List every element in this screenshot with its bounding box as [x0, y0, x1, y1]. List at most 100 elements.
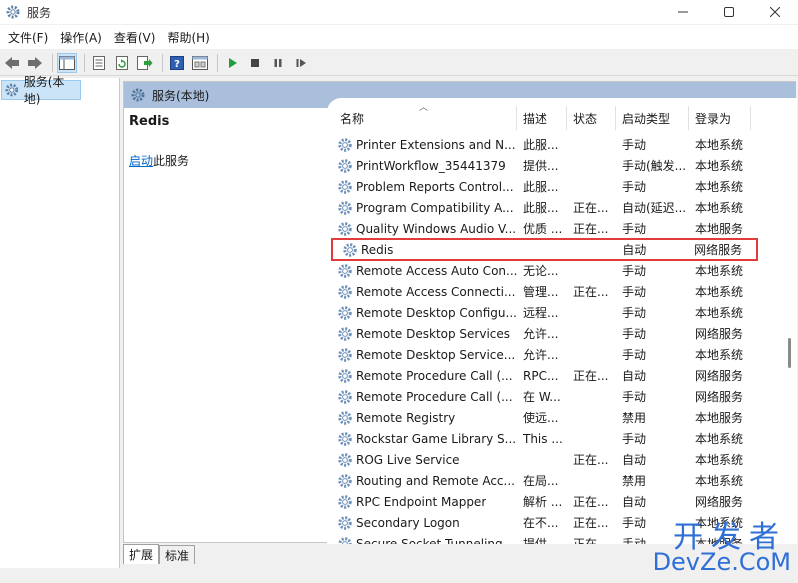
- help-icon[interactable]: ?: [167, 53, 187, 73]
- column-header-label: 登录为: [695, 111, 732, 126]
- service-name: Remote Access Connecti...: [356, 284, 516, 299]
- resume-icon[interactable]: [291, 53, 311, 73]
- table-row[interactable]: Remote Desktop Configu... 远程... 手动 本地系统: [327, 302, 797, 323]
- cell-name: ROG Live Service: [327, 452, 517, 468]
- cell-status: 正在...: [573, 453, 609, 467]
- column-header-description[interactable]: 描述: [517, 106, 567, 130]
- cell-startup-type: 禁用: [622, 474, 647, 488]
- properties-icon[interactable]: [89, 53, 109, 73]
- cell-name: Secondary Logon: [327, 515, 517, 531]
- toolbar-separator: [84, 53, 85, 72]
- service-name: PrintWorkflow_35441379: [356, 158, 506, 173]
- column-header-label: 描述: [523, 111, 548, 126]
- table-row[interactable]: Remote Procedure Call (... 在 W... 手动 网络服务: [327, 386, 797, 407]
- table-row[interactable]: Program Compatibility A... 此服... 正在... 自动(延…: [327, 197, 797, 218]
- cell-logon-as: 网络服务: [694, 243, 743, 257]
- cell-name: Program Compatibility A...: [327, 200, 517, 216]
- service-detail-panel: Redis 启动此服务: [124, 108, 329, 542]
- window-controls: [660, 0, 798, 24]
- vertical-scrollbar[interactable]: [788, 338, 791, 368]
- start-service-line: 启动此服务: [129, 152, 189, 169]
- maximize-icon[interactable]: [706, 0, 752, 24]
- cell-description: 在不...: [523, 516, 559, 530]
- table-row-highlighted[interactable]: Redis 自动 网络服务: [331, 238, 758, 261]
- forward-icon[interactable]: [25, 53, 45, 73]
- table-row[interactable]: Printer Extensions and N... 此服... 手动 本地系统: [327, 134, 797, 155]
- table-row[interactable]: ROG Live Service 正在... 自动 本地系统: [327, 449, 797, 470]
- service-gear-icon: [343, 242, 357, 257]
- table-row[interactable]: RPC Endpoint Mapper 解析 ... 正在... 自动 网络服务: [327, 491, 797, 512]
- title-bar: 服务: [0, 0, 798, 24]
- cell-startup-type: 自动: [622, 495, 647, 509]
- cell-name: Redis: [332, 242, 519, 258]
- column-header-label: 启动类型: [622, 111, 671, 126]
- cell-description: 无论...: [523, 264, 559, 278]
- table-row[interactable]: Routing and Remote Acc... 在局... 禁用 本地系统: [327, 470, 797, 491]
- menu-file[interactable]: 文件(F): [4, 29, 52, 46]
- table-row[interactable]: Remote Desktop Service... 允许... 手动 本地系统: [327, 344, 797, 365]
- table-row[interactable]: Quality Windows Audio V... 优质 ... 正在... 手动 本…: [327, 218, 797, 239]
- service-gear-icon: [338, 473, 352, 488]
- cell-description: 允许...: [523, 348, 559, 362]
- cell-name: Secure Socket Tunneling: [327, 536, 517, 544]
- table-row[interactable]: Remote Desktop Services 允许... 手动 网络服务: [327, 323, 797, 344]
- minimize-icon[interactable]: [660, 0, 706, 24]
- tab-extended[interactable]: 扩展: [123, 544, 160, 564]
- cell-description: 在 W...: [523, 390, 561, 404]
- cell-logon-as: 本地服务: [695, 222, 744, 236]
- cell-description: 允许...: [523, 327, 559, 341]
- cell-startup-type: 手动(触发...: [622, 159, 687, 173]
- service-name: Remote Registry: [356, 410, 456, 425]
- column-header-status[interactable]: 状态: [567, 106, 616, 130]
- menu-view[interactable]: 查看(V): [110, 29, 160, 46]
- cell-description: 解析 ...: [523, 495, 563, 509]
- service-gear-icon: [338, 137, 352, 152]
- close-icon[interactable]: [752, 0, 798, 24]
- service-gear-icon: [338, 410, 352, 425]
- service-name: Redis: [361, 242, 394, 257]
- menu-action[interactable]: 操作(A): [56, 29, 106, 46]
- menu-bar: 文件(F) 操作(A) 查看(V) 帮助(H): [0, 25, 798, 49]
- export-icon[interactable]: [135, 53, 155, 73]
- cell-status: 正在...: [573, 369, 609, 383]
- show-tree-icon[interactable]: [57, 52, 77, 73]
- cell-description: 使远...: [523, 411, 559, 425]
- cell-name: Remote Access Auto Con...: [327, 263, 517, 279]
- cell-logon-as: 本地系统: [695, 180, 744, 194]
- cell-startup-type: 禁用: [622, 411, 647, 425]
- tab-standard[interactable]: 标准: [159, 545, 196, 564]
- play-icon[interactable]: [222, 53, 242, 73]
- table-row[interactable]: Rockstar Game Library S... This ... 手动 本地系统: [327, 428, 797, 449]
- column-header-label: 状态: [573, 111, 598, 126]
- start-service-link[interactable]: 启动: [129, 154, 153, 168]
- column-header-startup-type[interactable]: 启动类型: [616, 106, 689, 130]
- cell-logon-as: 网络服务: [695, 327, 744, 341]
- stop-icon[interactable]: [245, 53, 265, 73]
- cell-startup-type: 手动: [622, 327, 647, 341]
- table-row[interactable]: PrintWorkflow_35441379 提供... 手动(触发... 本地系统: [327, 155, 797, 176]
- back-icon[interactable]: [2, 53, 22, 73]
- menu-help[interactable]: 帮助(H): [163, 29, 213, 46]
- service-name: Secondary Logon: [356, 515, 460, 530]
- cell-status: 正在...: [573, 285, 609, 299]
- service-gear-icon: [338, 536, 352, 544]
- cell-status: 正在...: [573, 516, 609, 530]
- pause-icon[interactable]: [268, 53, 288, 73]
- column-header-name[interactable]: ︿ 名称: [327, 103, 517, 130]
- column-header-logon-as[interactable]: 登录为: [689, 106, 751, 130]
- view-icon[interactable]: [190, 53, 210, 73]
- cell-name: Problem Reports Control...: [327, 179, 517, 195]
- table-row[interactable]: Remote Registry 使远... 禁用 本地服务: [327, 407, 797, 428]
- svg-text:?: ?: [174, 59, 180, 70]
- cell-logon-as: 网络服务: [695, 495, 744, 509]
- tree-item-services-local[interactable]: 服务(本地): [1, 75, 81, 106]
- table-row[interactable]: Problem Reports Control... 此服... 手动 本地系统: [327, 176, 797, 197]
- service-name: Remote Desktop Service...: [356, 347, 516, 362]
- table-row[interactable]: Remote Access Auto Con... 无论... 手动 本地系统: [327, 260, 797, 281]
- cell-startup-type: 手动: [622, 306, 647, 320]
- refresh-icon[interactable]: [112, 53, 132, 73]
- sort-ascending-icon: ︿: [419, 103, 429, 113]
- table-row[interactable]: Remote Procedure Call (... RPC... 正在... 自动 网…: [327, 365, 797, 386]
- services-rows: Printer Extensions and N... 此服... 手动 本地系统 Pr…: [327, 134, 797, 544]
- table-row[interactable]: Remote Access Connecti... 管理... 正在... 手动 本地系…: [327, 281, 797, 302]
